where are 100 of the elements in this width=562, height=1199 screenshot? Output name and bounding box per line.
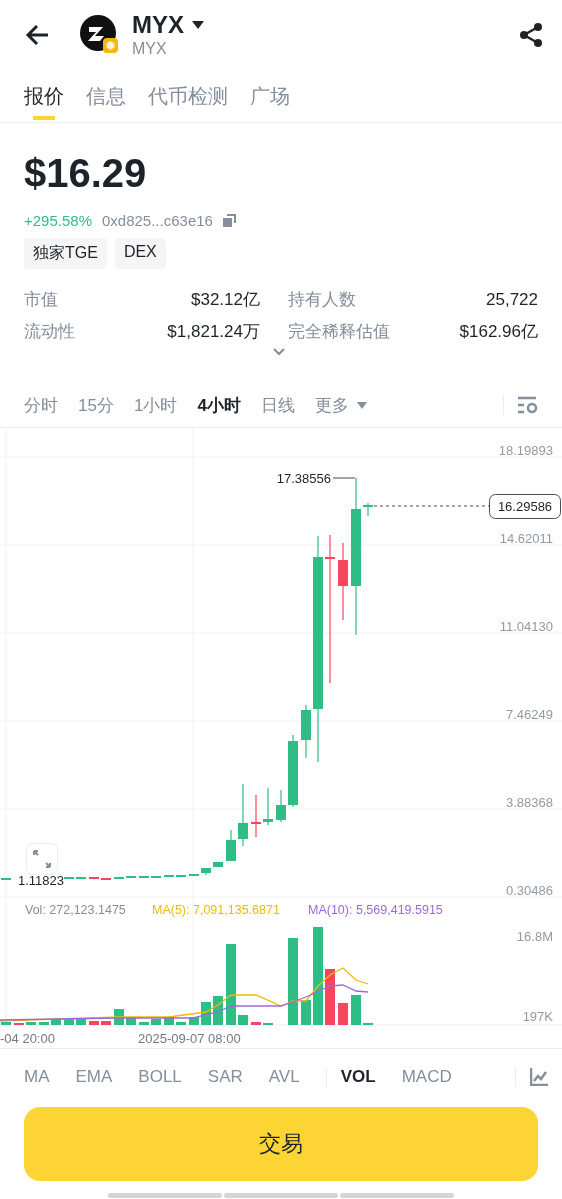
- stat-label: 完全稀释估值: [288, 321, 390, 343]
- indicator-tab[interactable]: MA: [24, 1067, 50, 1087]
- candle: [114, 876, 124, 880]
- stat-value: $32.12亿: [191, 289, 260, 311]
- indicator-tab[interactable]: BOLL: [138, 1067, 182, 1087]
- volume-bar: [126, 1017, 136, 1025]
- price-axis-label: 0.30486: [506, 883, 553, 898]
- tab[interactable]: 广场: [250, 70, 290, 122]
- price-axis-label: 14.62011: [499, 531, 553, 546]
- candle: [89, 876, 99, 880]
- volume-bar: [89, 1021, 99, 1025]
- volume-bar: [301, 1000, 311, 1025]
- token-logo-icon: [80, 15, 120, 55]
- stat-value: $162.96亿: [459, 321, 538, 343]
- candle: [164, 874, 174, 878]
- token-name[interactable]: MYX: [132, 11, 184, 39]
- candle: [263, 787, 273, 826]
- candle: [76, 876, 86, 880]
- volume-bar: [213, 996, 223, 1025]
- chart-line-icon[interactable]: [530, 1068, 548, 1086]
- volume-bar: [39, 1022, 49, 1025]
- candle: [101, 877, 111, 881]
- volume-bar: [51, 1019, 61, 1025]
- candle: [301, 704, 311, 759]
- price-axis-label: 11.04130: [499, 619, 553, 634]
- stat-label: 市值: [24, 289, 58, 311]
- candle: [238, 783, 248, 847]
- candle: [139, 875, 149, 879]
- expand-button[interactable]: [26, 843, 58, 875]
- volume-bar: [1, 1022, 11, 1025]
- candle: [64, 876, 74, 880]
- price-axis-label: 18.19893: [498, 443, 553, 458]
- copy-icon[interactable]: [222, 213, 236, 227]
- candle: [126, 875, 136, 879]
- low-price-label: 1.11823: [18, 873, 65, 888]
- leader-line: [332, 477, 356, 479]
- volume-bar: [325, 969, 335, 1025]
- indicator-tab[interactable]: SAR: [207, 1067, 243, 1087]
- candle: [276, 789, 286, 823]
- time-axis-label: -04 20:00: [0, 1031, 55, 1046]
- volume-bar: [251, 1022, 261, 1025]
- volume-bar: [76, 1018, 86, 1025]
- volume-bar: [101, 1021, 111, 1025]
- candle: [201, 867, 211, 876]
- tab[interactable]: 信息: [86, 70, 126, 122]
- candle: [151, 875, 161, 879]
- volume-bar: [176, 1022, 186, 1025]
- high-price-label: 17.38556: [276, 471, 331, 486]
- volume-axis-label: 197K: [522, 1009, 553, 1024]
- interval-tab[interactable]: 4小时: [197, 393, 241, 417]
- time-axis-label: 2025-09-07 08:00: [138, 1031, 241, 1046]
- indicator-tab[interactable]: VOL: [340, 1067, 376, 1087]
- interval-tab[interactable]: 15分: [78, 393, 114, 417]
- token-symbol: MYX: [132, 39, 168, 59]
- candle: [213, 861, 223, 868]
- volume-bar: [338, 1003, 348, 1025]
- price-axis-label: 3.88368: [506, 795, 553, 810]
- volume-bar: [114, 1009, 124, 1025]
- chevron-down-icon[interactable]: [272, 347, 286, 357]
- caret-icon[interactable]: [192, 21, 204, 29]
- candle: [363, 502, 373, 517]
- volume-bar: [139, 1022, 149, 1025]
- stat-value: $1,821.24万: [167, 321, 260, 343]
- candle: [189, 873, 199, 877]
- contract-address[interactable]: 0xd825...c63e16: [102, 211, 213, 229]
- volume-axis-label: 16.8M: [516, 929, 553, 944]
- interval-tab[interactable]: 1小时: [133, 393, 178, 417]
- stat-label: 流动性: [24, 321, 75, 343]
- volume-legend: Vol: 272,123.1475: [25, 903, 126, 917]
- volume-bar: [201, 1002, 211, 1025]
- tag: 独家TGE: [24, 238, 107, 269]
- volume-bar: [164, 1017, 174, 1025]
- tab[interactable]: 报价: [24, 70, 64, 122]
- volume-bar: [26, 1022, 36, 1025]
- ma10-legend: MA(10): 5,569,419.5915: [308, 903, 443, 917]
- volume-bar: [351, 995, 361, 1025]
- tag: DEX: [114, 238, 166, 269]
- candle: [226, 829, 236, 862]
- volume-bar: [189, 1017, 199, 1025]
- share-icon[interactable]: [518, 22, 544, 48]
- candle: [251, 794, 261, 838]
- indicator-tab[interactable]: EMA: [75, 1067, 113, 1087]
- stat-label: 持有人数: [288, 289, 356, 311]
- trade-button[interactable]: 交易: [24, 1107, 538, 1181]
- volume-bar: [238, 1015, 248, 1025]
- volume-bar: [64, 1019, 74, 1025]
- indicator-tab[interactable]: AVL: [268, 1067, 300, 1087]
- ma5-legend: MA(5): 7,091,135.6871: [152, 903, 280, 917]
- stat-value: 25,722: [486, 289, 538, 311]
- volume-bar: [151, 1019, 161, 1025]
- price-axis-label: 7.46249: [506, 707, 553, 722]
- interval-tab[interactable]: 分时: [24, 393, 58, 417]
- price-change: +295.58%: [24, 211, 92, 229]
- candle: [176, 874, 186, 878]
- interval-tab[interactable]: 日线: [260, 393, 295, 417]
- tab[interactable]: 代币检测: [148, 70, 228, 122]
- chart-settings-icon[interactable]: [518, 396, 538, 414]
- price: $16.29: [24, 150, 147, 197]
- interval-tab[interactable]: 更多: [314, 393, 367, 417]
- indicator-tab[interactable]: MACD: [401, 1067, 452, 1087]
